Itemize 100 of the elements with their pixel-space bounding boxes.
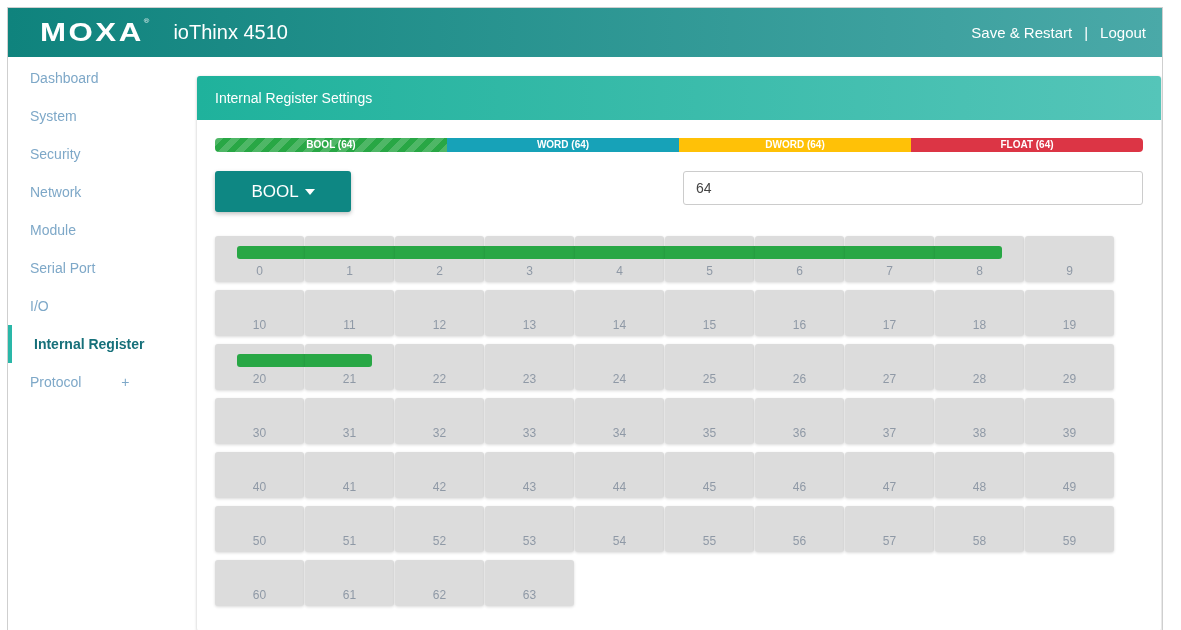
register-cell[interactable]: 34 — [575, 398, 664, 444]
register-cell[interactable]: 53 — [485, 506, 574, 552]
type-dropdown[interactable]: BOOL — [215, 171, 351, 212]
register-number: 14 — [612, 318, 627, 332]
register-cell[interactable]: 17 — [845, 290, 934, 336]
register-cell[interactable]: 32 — [395, 398, 484, 444]
register-cell[interactable]: 50 — [215, 506, 304, 552]
register-cell[interactable]: 33 — [485, 398, 574, 444]
register-cell[interactable]: 41 — [305, 452, 394, 498]
register-cell[interactable]: 11 — [305, 290, 394, 336]
register-cell[interactable]: 45 — [665, 452, 754, 498]
register-cell[interactable]: 35 — [665, 398, 754, 444]
register-cell[interactable]: 13 — [485, 290, 574, 336]
sidebar-item[interactable]: Internal Register — [8, 325, 197, 363]
register-cell[interactable]: 29 — [1025, 344, 1114, 390]
register-number: 29 — [1062, 372, 1077, 386]
sidebar-item[interactable]: Module — [8, 211, 197, 249]
header-link[interactable]: Logout — [1100, 24, 1146, 41]
type-segment[interactable]: BOOL (64) — [215, 138, 447, 152]
sidebar-item[interactable]: Protocol + — [8, 363, 197, 401]
register-cell[interactable]: 27 — [845, 344, 934, 390]
register-cell[interactable]: 44 — [575, 452, 664, 498]
sidebar-item[interactable]: Dashboard — [8, 59, 197, 97]
register-cell[interactable]: 43 — [485, 452, 574, 498]
register-number: 11 — [343, 318, 356, 332]
register-cell[interactable]: 18 — [935, 290, 1024, 336]
panel-title: Internal Register Settings — [215, 90, 373, 106]
register-number: 21 — [342, 372, 357, 386]
register-cell[interactable]: 2 — [395, 236, 484, 282]
register-number: 5 — [706, 264, 713, 278]
register-number: 56 — [792, 534, 807, 548]
header-link[interactable]: Save & Restart — [971, 24, 1073, 41]
register-cell[interactable]: 59 — [1025, 506, 1114, 552]
register-cell[interactable]: 49 — [1025, 452, 1114, 498]
register-cell[interactable]: 30 — [215, 398, 304, 444]
sidebar-item[interactable]: I/O — [8, 287, 197, 325]
register-cell[interactable]: 63 — [485, 560, 574, 606]
register-cell[interactable]: 20 — [215, 344, 304, 390]
sidebar-item[interactable]: Serial Port — [8, 249, 197, 287]
register-cell[interactable]: 0 — [215, 236, 304, 282]
register-cell[interactable]: 28 — [935, 344, 1024, 390]
register-number: 48 — [972, 480, 987, 494]
register-cell[interactable]: 36 — [755, 398, 844, 444]
register-cell[interactable]: 61 — [305, 560, 394, 606]
sidebar-item[interactable]: Security — [8, 135, 197, 173]
register-cell[interactable]: 37 — [845, 398, 934, 444]
register-cell[interactable]: 12 — [395, 290, 484, 336]
register-cell[interactable]: 10 — [215, 290, 304, 336]
register-cell[interactable]: 58 — [935, 506, 1024, 552]
register-cell[interactable]: 8 — [935, 236, 1024, 282]
register-cell[interactable]: 55 — [665, 506, 754, 552]
register-cell[interactable]: 51 — [305, 506, 394, 552]
type-segment[interactable]: DWORD (64) — [679, 138, 911, 152]
register-cell[interactable]: 39 — [1025, 398, 1114, 444]
register-cell[interactable]: 48 — [935, 452, 1024, 498]
register-cell[interactable]: 26 — [755, 344, 844, 390]
register-cell[interactable]: 14 — [575, 290, 664, 336]
register-cell[interactable]: 62 — [395, 560, 484, 606]
register-cell[interactable]: 24 — [575, 344, 664, 390]
type-segment[interactable]: FLOAT (64) — [911, 138, 1143, 152]
register-cell[interactable]: 5 — [665, 236, 754, 282]
register-cell[interactable]: 21 — [305, 344, 394, 390]
register-cell[interactable]: 16 — [755, 290, 844, 336]
register-number: 31 — [342, 426, 357, 440]
register-cell[interactable]: 40 — [215, 452, 304, 498]
register-cell[interactable]: 4 — [575, 236, 664, 282]
register-cell[interactable]: 42 — [395, 452, 484, 498]
register-cell[interactable]: 22 — [395, 344, 484, 390]
register-cell[interactable]: 56 — [755, 506, 844, 552]
register-cell[interactable]: 46 — [755, 452, 844, 498]
register-number: 38 — [972, 426, 987, 440]
register-cell[interactable]: 31 — [305, 398, 394, 444]
register-number: 61 — [342, 588, 357, 602]
count-field[interactable]: 64 — [683, 171, 1143, 205]
register-cell[interactable]: 25 — [665, 344, 754, 390]
register-number: 12 — [432, 318, 447, 332]
register-cell[interactable]: 19 — [1025, 290, 1114, 336]
register-cell[interactable]: 9 — [1025, 236, 1114, 282]
register-cell[interactable]: 47 — [845, 452, 934, 498]
register-cell[interactable]: 23 — [485, 344, 574, 390]
register-cell[interactable]: 3 — [485, 236, 574, 282]
register-number: 47 — [882, 480, 897, 494]
register-number: 30 — [252, 426, 267, 440]
register-number: 27 — [882, 372, 897, 386]
register-cell[interactable]: 6 — [755, 236, 844, 282]
register-cell[interactable]: 1 — [305, 236, 394, 282]
register-number: 7 — [886, 264, 893, 278]
sidebar-item[interactable]: System — [8, 97, 197, 135]
register-cell[interactable]: 60 — [215, 560, 304, 606]
sidebar-item[interactable]: Network — [8, 173, 197, 211]
register-cell[interactable]: 57 — [845, 506, 934, 552]
register-number: 36 — [792, 426, 807, 440]
register-cell[interactable]: 15 — [665, 290, 754, 336]
register-number: 8 — [976, 264, 983, 278]
register-number: 1 — [346, 264, 353, 278]
register-cell[interactable]: 52 — [395, 506, 484, 552]
register-cell[interactable]: 7 — [845, 236, 934, 282]
register-cell[interactable]: 54 — [575, 506, 664, 552]
type-segment[interactable]: WORD (64) — [447, 138, 679, 152]
register-cell[interactable]: 38 — [935, 398, 1024, 444]
